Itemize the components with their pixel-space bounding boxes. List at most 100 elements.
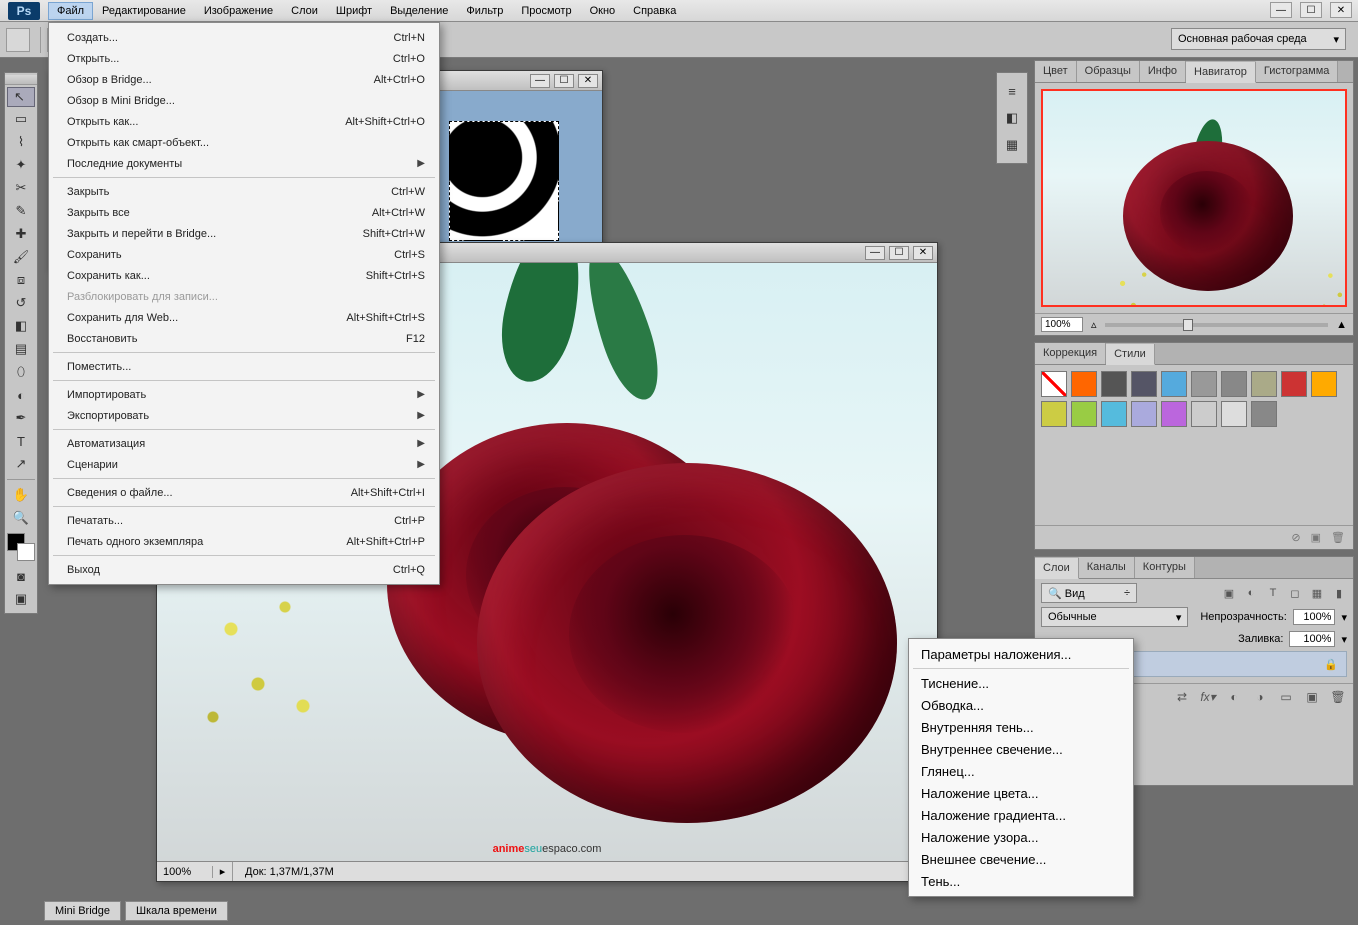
style-swatch[interactable] [1191, 371, 1217, 397]
navigator-thumbnail[interactable] [1041, 89, 1347, 307]
menu-справка[interactable]: Справка [624, 2, 685, 20]
style-swatch[interactable] [1131, 371, 1157, 397]
style-swatch[interactable] [1191, 401, 1217, 427]
mask-icon[interactable]: ◐ [1225, 689, 1243, 705]
close-button[interactable]: ✕ [1330, 2, 1352, 18]
filter-toggle[interactable]: ▮ [1331, 585, 1347, 601]
maximize-button[interactable]: ☐ [1300, 2, 1322, 18]
foreground-background-colors[interactable] [7, 533, 35, 561]
doc-minimize-button[interactable]: — [865, 246, 885, 260]
file-menu-item[interactable]: Открыть...Ctrl+O [49, 48, 439, 69]
pen-tool[interactable]: ✒ [7, 407, 35, 429]
panel-tab[interactable]: Стили [1106, 344, 1155, 365]
zoom-slider[interactable] [1105, 323, 1329, 327]
file-menu-item[interactable]: Сохранить как...Shift+Ctrl+S [49, 265, 439, 286]
context-menu-item[interactable]: Глянец... [909, 760, 1133, 782]
type-tool[interactable]: T [7, 430, 35, 452]
menu-фильтр[interactable]: Фильтр [457, 2, 512, 20]
zoom-value[interactable]: 100% [157, 866, 213, 878]
file-menu-item[interactable]: Сведения о файле...Alt+Shift+Ctrl+I [49, 482, 439, 503]
no-style-icon[interactable]: ⊘ [1291, 531, 1300, 544]
style-swatch[interactable] [1161, 371, 1187, 397]
context-menu-item[interactable]: Внутреннее свечение... [909, 738, 1133, 760]
file-menu-item[interactable]: Сохранить для Web...Alt+Shift+Ctrl+S [49, 307, 439, 328]
blend-mode-select[interactable]: Обычные▾ [1041, 607, 1188, 627]
filter-shape-icon[interactable]: ◻ [1287, 585, 1303, 601]
file-menu-item[interactable]: Поместить... [49, 356, 439, 377]
file-menu-item[interactable]: ВосстановитьF12 [49, 328, 439, 349]
trash-icon[interactable]: 🗑 [1329, 689, 1347, 705]
menu-выделение[interactable]: Выделение [381, 2, 457, 20]
move-tool[interactable]: ↖ [7, 87, 35, 107]
crop-tool[interactable]: ✂ [7, 177, 35, 199]
menu-окно[interactable]: Окно [581, 2, 625, 20]
zoom-tool[interactable]: 🔍 [7, 507, 35, 529]
brush-tool[interactable]: 🖌 [7, 246, 35, 268]
style-swatch[interactable] [1161, 401, 1187, 427]
file-menu-item[interactable]: ЗакрытьCtrl+W [49, 181, 439, 202]
stamp-tool[interactable]: ⧈ [7, 269, 35, 291]
style-swatch[interactable] [1251, 371, 1277, 397]
style-swatch[interactable] [1041, 401, 1067, 427]
file-menu-item[interactable]: СохранитьCtrl+S [49, 244, 439, 265]
lasso-tool[interactable]: ⌇ [7, 131, 35, 153]
chevron-down-icon[interactable]: ▾ [1341, 611, 1347, 624]
fx-icon[interactable]: fx▾ [1199, 689, 1217, 705]
tab-timeline[interactable]: Шкала времени [125, 901, 228, 921]
dock-icon[interactable]: ◧ [998, 105, 1026, 131]
fill-input[interactable]: 100% [1289, 631, 1335, 647]
file-menu-item[interactable]: Автоматизация▶ [49, 433, 439, 454]
filter-type-icon[interactable]: T [1265, 585, 1281, 601]
filter-smart-icon[interactable]: ▦ [1309, 585, 1325, 601]
healing-tool[interactable]: ✚ [7, 223, 35, 245]
trash-icon[interactable]: 🗑 [1331, 531, 1345, 544]
eyedropper-tool[interactable]: ✎ [7, 200, 35, 222]
panel-tab[interactable]: Контуры [1135, 557, 1195, 578]
group-icon[interactable]: ▭ [1277, 689, 1295, 705]
context-menu-item[interactable]: Обводка... [909, 694, 1133, 716]
new-layer-icon[interactable]: ▣ [1303, 689, 1321, 705]
status-icon[interactable]: ▸ [213, 862, 233, 881]
style-swatch[interactable] [1311, 371, 1337, 397]
blur-tool[interactable]: ⬯ [7, 361, 35, 383]
doc-maximize-button[interactable]: ☐ [554, 74, 574, 88]
file-menu-item[interactable]: Печать одного экземпляраAlt+Shift+Ctrl+P [49, 531, 439, 552]
style-swatch[interactable] [1071, 401, 1097, 427]
screen-mode-toggle[interactable]: ▣ [7, 588, 35, 610]
marquee-tool[interactable]: ▭ [7, 108, 35, 130]
layer-filter-kind[interactable]: 🔍 Вид÷ [1041, 583, 1137, 603]
context-menu-item[interactable]: Наложение цвета... [909, 782, 1133, 804]
style-swatch[interactable] [1221, 371, 1247, 397]
navigator-zoom-input[interactable]: 100% [1041, 317, 1083, 332]
style-swatch[interactable] [1251, 401, 1277, 427]
file-menu-item[interactable]: Закрыть и перейти в Bridge...Shift+Ctrl+… [49, 223, 439, 244]
filter-image-icon[interactable]: ▣ [1221, 585, 1237, 601]
panel-tab[interactable]: Гистограмма [1256, 61, 1339, 82]
panel-tab[interactable]: Слои [1035, 558, 1079, 579]
menu-слои[interactable]: Слои [282, 2, 327, 20]
eraser-tool[interactable]: ◧ [7, 315, 35, 337]
file-menu-item[interactable]: Создать...Ctrl+N [49, 27, 439, 48]
context-menu-item[interactable]: Внешнее свечение... [909, 848, 1133, 870]
menu-шрифт[interactable]: Шрифт [327, 2, 381, 20]
new-style-icon[interactable]: ▣ [1311, 531, 1321, 544]
filter-adjust-icon[interactable]: ◐ [1243, 585, 1259, 601]
context-menu-item[interactable]: Тиснение... [909, 672, 1133, 694]
style-swatch[interactable] [1101, 371, 1127, 397]
doc-minimize-button[interactable]: — [530, 74, 550, 88]
panel-tab[interactable]: Образцы [1077, 61, 1140, 82]
style-swatch-none[interactable] [1041, 371, 1067, 397]
file-menu-item[interactable]: Открыть как...Alt+Shift+Ctrl+O [49, 111, 439, 132]
tool-preset-icon[interactable] [6, 28, 30, 52]
style-swatch[interactable] [1281, 371, 1307, 397]
file-menu-item[interactable]: Импортировать▶ [49, 384, 439, 405]
context-menu-item[interactable]: Внутренняя тень... [909, 716, 1133, 738]
panel-tab[interactable]: Инфо [1140, 61, 1186, 82]
opacity-input[interactable]: 100% [1293, 609, 1336, 625]
dock-icon[interactable]: ≡ [998, 78, 1026, 104]
style-swatch[interactable] [1131, 401, 1157, 427]
quickmask-toggle[interactable]: ◙ [7, 565, 35, 587]
menu-редактирование[interactable]: Редактирование [93, 2, 195, 20]
context-menu-item[interactable]: Наложение узора... [909, 826, 1133, 848]
panel-grip[interactable] [5, 75, 37, 85]
